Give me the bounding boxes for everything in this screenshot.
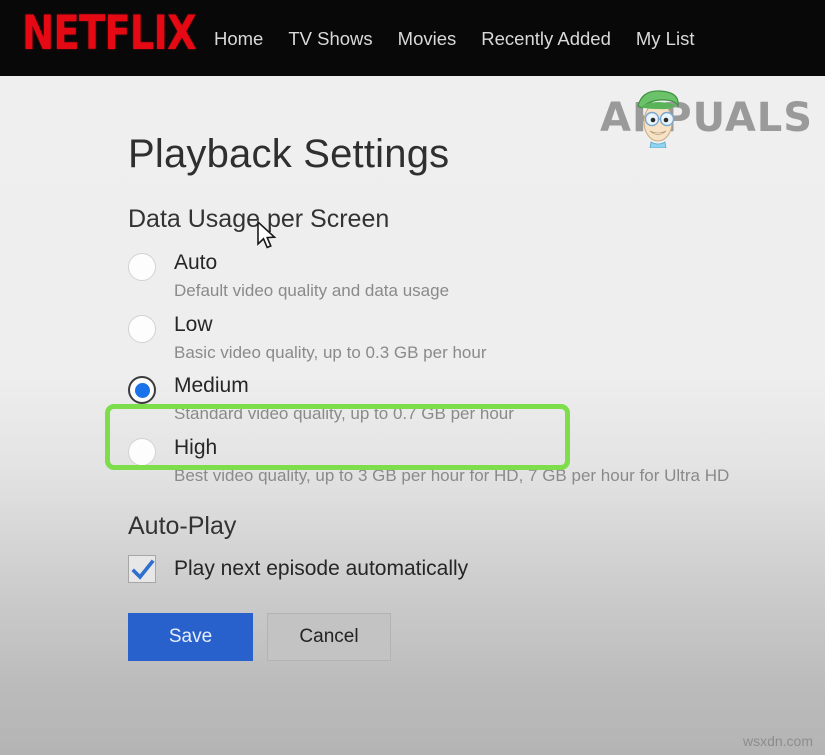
radio-auto[interactable] (128, 253, 156, 281)
radio-low-description: Basic video quality, up to 0.3 GB per ho… (174, 342, 487, 362)
radio-option-medium[interactable]: Medium Standard video quality, up to 0.7… (128, 371, 818, 429)
radio-low[interactable] (128, 314, 156, 343)
data-usage-heading: Data Usage per Screen (128, 205, 390, 233)
netflix-navbar: NETFLIX Home TV Shows Movies Recently Ad… (0, 0, 825, 76)
radio-medium[interactable] (128, 376, 156, 405)
save-button[interactable]: Save (128, 613, 253, 662)
nav-item-home[interactable]: Home (214, 28, 263, 50)
nav-item-my-list[interactable]: My List (636, 28, 695, 50)
radio-medium-description: Standard video quality, up to 0.7 GB per… (174, 404, 514, 424)
radio-high-description: Best video quality, up to 3 GB per hour … (174, 465, 730, 485)
radio-auto-description: Default video quality and data usage (174, 281, 450, 301)
form-actions: Save Cancel (128, 613, 818, 662)
autoplay-checkbox-row[interactable]: Play next episode automatically (128, 555, 818, 584)
settings-page: APPUALS Playback Settings Data Usage per… (0, 76, 825, 755)
navbar-links: Home TV Shows Movies Recently Added My L… (214, 28, 694, 50)
cancel-button[interactable]: Cancel (267, 613, 391, 662)
page-title: Playback Settings (128, 132, 450, 176)
site-watermark: wsxdn.com (742, 733, 813, 749)
radio-medium-label: Medium (174, 374, 249, 398)
screenshot-root: NETFLIX Home TV Shows Movies Recently Ad… (0, 0, 825, 755)
radio-option-auto[interactable]: Auto Default video quality and data usag… (128, 248, 818, 306)
autoplay-checkbox-label: Play next episode automatically (174, 557, 469, 581)
radio-high-label: High (174, 435, 218, 459)
nav-item-tv-shows[interactable]: TV Shows (288, 28, 372, 50)
netflix-logo[interactable]: NETFLIX (22, 9, 197, 57)
nav-item-movies[interactable]: Movies (398, 28, 457, 50)
settings-content: Playback Settings Data Usage per Screen … (128, 132, 818, 662)
radio-high[interactable] (128, 437, 156, 466)
radio-option-high[interactable]: High Best video quality, up to 3 GB per … (128, 433, 818, 491)
nav-item-recently-added[interactable]: Recently Added (481, 28, 611, 50)
radio-option-low[interactable]: Low Basic video quality, up to 0.3 GB pe… (128, 310, 818, 368)
checkmark-icon (131, 559, 155, 580)
radio-auto-label: Auto (174, 251, 218, 274)
radio-low-label: Low (174, 312, 213, 336)
autoplay-checkbox[interactable] (128, 555, 156, 584)
autoplay-heading: Auto-Play (128, 512, 237, 541)
